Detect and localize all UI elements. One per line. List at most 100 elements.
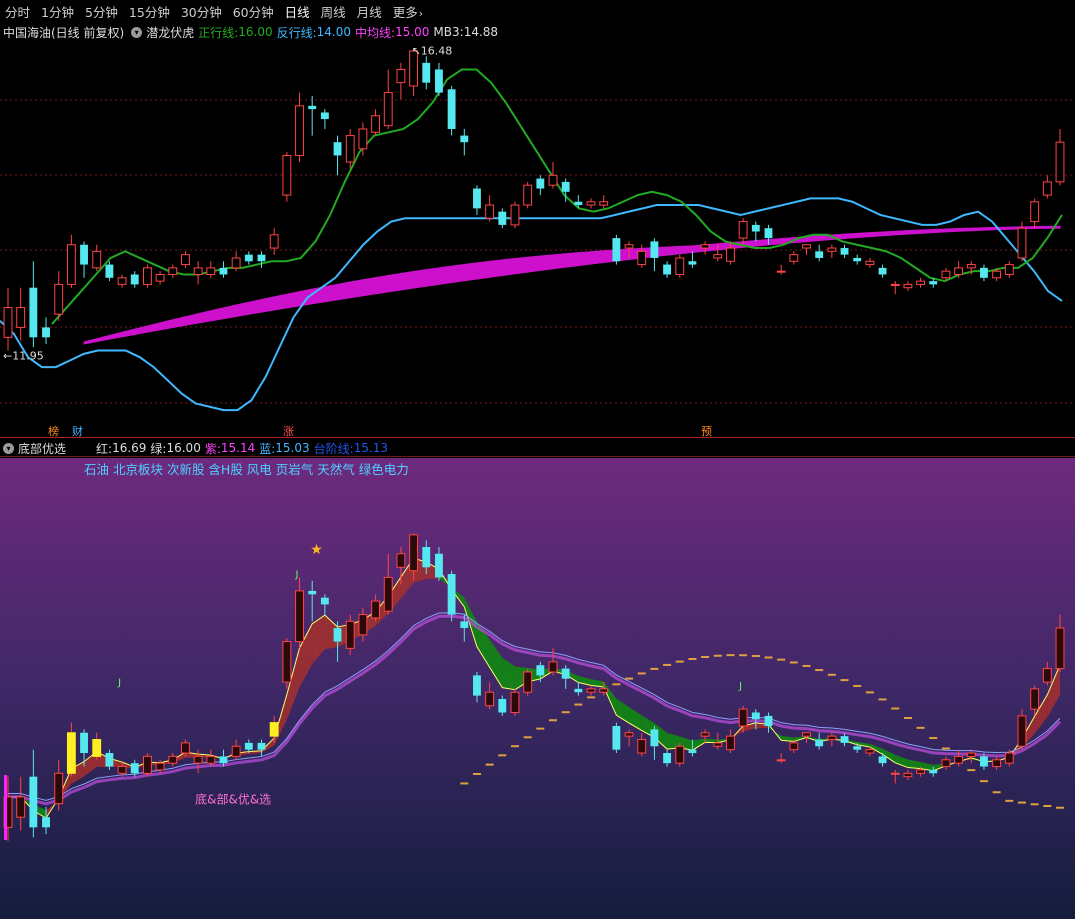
zi-label: 紫: — [204, 441, 221, 456]
candle-down — [498, 698, 507, 713]
candle-up — [409, 534, 419, 572]
tai-value: 15.13 — [353, 441, 389, 455]
candle-up — [396, 68, 406, 84]
candle-up — [624, 732, 634, 737]
j-signal-label: J — [295, 569, 299, 580]
period-tab-6[interactable]: 日线 — [280, 2, 316, 21]
candle-down — [980, 267, 988, 278]
j-signal-label: J — [117, 677, 121, 688]
candle-up — [282, 154, 292, 196]
candle-down — [105, 753, 114, 767]
candle-up — [485, 691, 495, 707]
candle-down — [878, 267, 887, 275]
candle-up — [282, 641, 292, 683]
candle-up — [700, 732, 710, 737]
candle-up — [637, 250, 647, 266]
period-tab-4[interactable]: 30分钟 — [176, 2, 228, 21]
candle-down — [130, 763, 139, 774]
candle-down — [574, 688, 583, 693]
candle-up — [1017, 227, 1027, 259]
candle-down — [536, 665, 545, 676]
candle-up — [66, 732, 76, 774]
candle-down — [80, 732, 88, 754]
hong-value: 16.69 — [112, 441, 147, 455]
candle-down — [751, 712, 760, 720]
candle-down — [840, 248, 849, 255]
event-marker-cai[interactable]: 财 — [71, 423, 84, 439]
candle-up — [92, 250, 102, 269]
event-marker-zhang[interactable]: 涨 — [282, 423, 295, 439]
candle-down — [80, 244, 88, 265]
candle-up — [726, 735, 735, 751]
candle-up — [637, 739, 647, 754]
fan-value: 14.00 — [316, 25, 352, 39]
candle-down — [447, 574, 456, 615]
candle-down — [435, 69, 443, 93]
candle-up — [510, 691, 520, 713]
candle-up — [193, 267, 203, 275]
candle-up — [586, 201, 596, 206]
candle-up — [510, 204, 520, 226]
chevron-right-icon: › — [418, 6, 424, 20]
candle-down — [612, 238, 621, 262]
candle-down — [840, 736, 849, 743]
zi-value: 15.14 — [220, 441, 256, 455]
lv-label: 绿: — [150, 441, 167, 456]
candle-down — [561, 668, 570, 679]
sector-tags: 石油 北京板块 次新股 含H股 风电 页岩气 天然气 绿色电力 — [84, 462, 409, 477]
candle-down — [460, 135, 469, 143]
candle-up — [954, 755, 964, 764]
candle-down — [308, 105, 317, 110]
candle-down — [308, 590, 317, 595]
candle-up — [396, 553, 406, 568]
candle-up — [827, 735, 837, 741]
candle-up — [1004, 752, 1014, 764]
period-tab-8[interactable]: 月线 — [352, 2, 388, 21]
indicator-dropdown-icon[interactable]: ▾ — [131, 26, 143, 38]
j-signal-label: J — [738, 681, 742, 692]
period-tab-5[interactable]: 60分钟 — [228, 2, 280, 21]
period-tab-3[interactable]: 15分钟 — [124, 2, 176, 21]
candle-up — [865, 749, 875, 754]
event-marker-bang[interactable]: 榜 — [47, 423, 60, 439]
candle-up — [966, 752, 976, 757]
candle-down — [663, 753, 672, 764]
candle-up — [916, 280, 926, 285]
candle-up — [1004, 264, 1014, 275]
sub-chart-legend: ▾ 底部优选 红: 16.69 绿: 16.00 紫: 15.14 蓝: 15.… — [3, 440, 392, 456]
candle-down — [980, 756, 988, 767]
candle-down — [244, 254, 253, 262]
hong-label: 红: — [96, 441, 113, 456]
period-tab-7[interactable]: 周线 — [316, 2, 352, 21]
zhong-value: 15.00 — [395, 25, 430, 39]
candle-up — [599, 688, 609, 693]
sub-indicator-name[interactable]: 底部优选 — [18, 440, 66, 457]
mb3-label: MB3: — [433, 25, 464, 39]
candle-up — [16, 796, 26, 818]
lan-value: 15.03 — [275, 441, 310, 455]
candle-up — [523, 184, 533, 206]
candle-up — [1042, 181, 1052, 196]
sub-indicator-dropdown-icon[interactable]: ▾ — [3, 442, 14, 454]
candle-down — [815, 251, 824, 258]
candle-up — [776, 270, 786, 273]
zhong-label: 中均线: — [355, 25, 396, 40]
candle-up — [206, 267, 216, 275]
period-tab-0[interactable]: 分时 — [0, 2, 36, 21]
period-tab-2[interactable]: 5分钟 — [80, 2, 124, 21]
candle-down — [333, 628, 342, 642]
candle-up — [1017, 715, 1027, 747]
event-marker-yu[interactable]: 预 — [700, 423, 713, 439]
candle-up — [548, 661, 558, 673]
candle-up — [142, 755, 152, 774]
candle-down — [929, 281, 938, 285]
candle-up — [713, 742, 723, 747]
period-toolbar: 分时 1分钟 5分钟 15分钟 30分钟 60分钟 日线 周线 月线 更多› — [0, 0, 1075, 22]
main-chart-legend: 中国海油(日线 前复权) ▾ 潜龙伏虎 正行线: 16.00 反行线: 14.0… — [3, 24, 502, 40]
period-tab-9[interactable]: 更多› — [388, 2, 429, 21]
indicator-name[interactable]: 潜龙伏虎 — [146, 24, 194, 41]
candle-down — [130, 274, 139, 285]
period-tab-1[interactable]: 1分钟 — [36, 2, 80, 21]
candle-down — [42, 327, 50, 338]
candle-up — [206, 755, 216, 764]
